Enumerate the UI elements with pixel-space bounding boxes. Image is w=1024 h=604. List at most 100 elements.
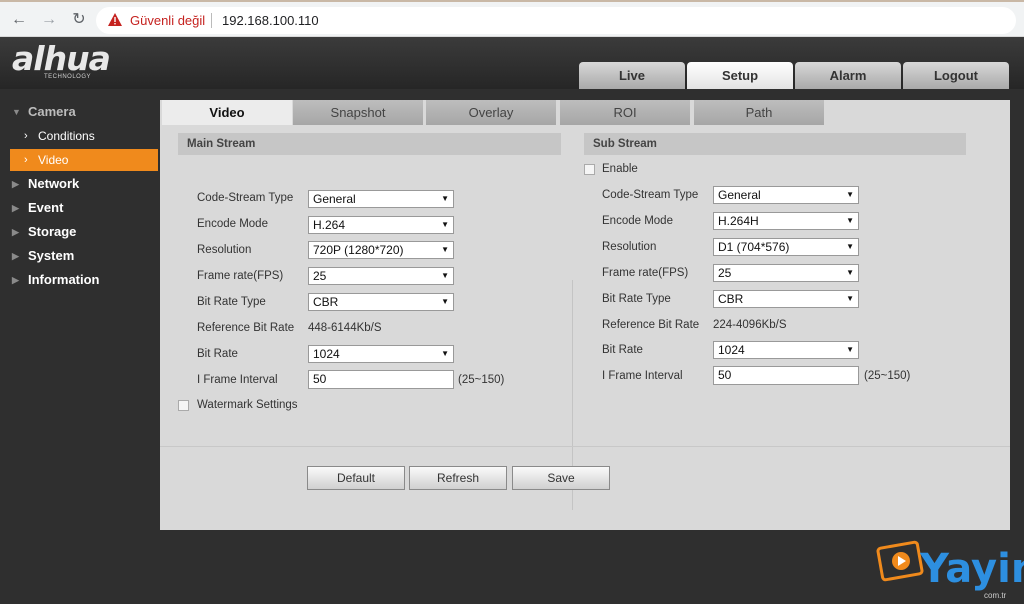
sidebar-item-network[interactable]: ▶ Network (0, 173, 158, 195)
tab-alarm[interactable]: Alarm (795, 62, 901, 89)
dropdown-arrow-icon: ▼ (846, 345, 854, 354)
forward-arrow-icon[interactable]: → (40, 11, 58, 29)
watermark-settings-label: Watermark Settings (197, 399, 298, 411)
main-stream-header: Main Stream (178, 133, 561, 155)
dropdown-arrow-icon: ▼ (846, 294, 854, 303)
watermark-text: Yayin (920, 546, 1024, 592)
watermark-subtext: com.tr (984, 591, 1007, 600)
tab-snapshot[interactable]: Snapshot (293, 100, 423, 125)
sub-resolution-label: Resolution (602, 241, 657, 253)
dropdown-arrow-icon: ▼ (441, 271, 449, 280)
dropdown-arrow-icon: ▼ (441, 297, 449, 306)
main-i-frame-interval-label: I Frame Interval (197, 374, 278, 386)
select-value: 1024 (313, 347, 340, 361)
omnibox-divider (211, 13, 212, 28)
select-value: General (718, 188, 761, 202)
dropdown-arrow-icon: ▼ (846, 242, 854, 251)
url-text[interactable]: 192.168.100.110 (222, 13, 319, 28)
sub-reference-bit-rate-value: 224-4096Kb/S (713, 319, 787, 331)
back-arrow-icon[interactable]: ← (10, 11, 28, 29)
yayin-watermark: Yayin com.tr (876, 535, 1024, 603)
tab-roi[interactable]: ROI (560, 100, 690, 125)
tab-path[interactable]: Path (694, 100, 824, 125)
sub-frame-rate-select[interactable]: 25 ▼ (713, 264, 859, 282)
main-encode-mode-label: Encode Mode (197, 218, 268, 230)
sub-bit-rate-type-select[interactable]: CBR ▼ (713, 290, 859, 308)
chevron-right-icon: › (24, 154, 28, 166)
tab-overlay[interactable]: Overlay (426, 100, 556, 125)
main-reference-bit-rate-label: Reference Bit Rate (197, 322, 295, 334)
reload-icon[interactable]: ↻ (70, 11, 88, 29)
sub-resolution-select[interactable]: D1 (704*576) ▼ (713, 238, 859, 256)
sub-stream-header: Sub Stream (584, 133, 966, 155)
warning-triangle-icon (108, 13, 122, 26)
select-value: 25 (313, 269, 327, 283)
sub-code-stream-type-label: Code-Stream Type (602, 189, 699, 201)
watermark-checkbox[interactable] (178, 400, 189, 411)
default-button[interactable]: Default (307, 466, 405, 490)
main-bit-rate-select[interactable]: 1024 ▼ (308, 345, 454, 363)
sub-i-frame-interval-input[interactable]: 50 (713, 366, 859, 385)
select-value: H.264H (718, 214, 759, 228)
sub-frame-rate-label: Frame rate(FPS) (602, 267, 689, 279)
select-value: 720P (1280*720) (313, 243, 404, 257)
triangle-right-icon: ▶ (12, 179, 19, 189)
main-frame-rate-label: Frame rate(FPS) (197, 270, 284, 282)
main-i-frame-interval-input[interactable]: 50 (308, 370, 454, 389)
main-bit-rate-type-label: Bit Rate Type (197, 296, 266, 308)
sub-bit-rate-select[interactable]: 1024 ▼ (713, 341, 859, 359)
sidebar-item-storage[interactable]: ▶ Storage (0, 221, 158, 243)
select-value: General (313, 192, 356, 206)
main-code-stream-type-select[interactable]: General ▼ (308, 190, 454, 208)
sidebar-item-video[interactable]: › Video (10, 149, 158, 171)
triangle-down-icon: ▼ (12, 107, 21, 117)
sub-encode-mode-select[interactable]: H.264H ▼ (713, 212, 859, 230)
select-value: 25 (718, 266, 732, 280)
sub-reference-bit-rate-label: Reference Bit Rate (602, 319, 700, 331)
dropdown-arrow-icon: ▼ (441, 349, 449, 358)
sidebar-item-label: System (28, 248, 75, 263)
sub-stream-enable-checkbox[interactable] (584, 164, 595, 175)
sidebar-item-conditions[interactable]: › Conditions (10, 125, 158, 147)
select-value: CBR (313, 295, 339, 309)
tab-video[interactable]: Video (162, 100, 292, 125)
refresh-button[interactable]: Refresh (409, 466, 507, 490)
main-i-frame-range: (25~150) (458, 374, 505, 386)
address-bar[interactable]: Güvenli değil 192.168.100.110 (96, 7, 1016, 34)
tab-logout[interactable]: Logout (903, 62, 1009, 89)
main-code-stream-type-label: Code-Stream Type (197, 192, 294, 204)
dropdown-arrow-icon: ▼ (441, 194, 449, 203)
tab-live[interactable]: Live (579, 62, 685, 89)
dahua-logo: alhua TECHNOLOGY (12, 39, 111, 81)
sidebar-item-label: Conditions (38, 129, 95, 143)
save-button[interactable]: Save (512, 466, 610, 490)
sub-bit-rate-label: Bit Rate (602, 344, 643, 356)
dropdown-arrow-icon: ▼ (846, 268, 854, 277)
sidebar-item-label: Camera (28, 104, 76, 119)
main-frame-rate-select[interactable]: 25 ▼ (308, 267, 454, 285)
chevron-right-icon: › (24, 130, 28, 142)
main-bit-rate-type-select[interactable]: CBR ▼ (308, 293, 454, 311)
sub-i-frame-range: (25~150) (864, 370, 911, 382)
select-value: CBR (718, 292, 744, 306)
sidebar: ▼ Camera › Conditions › Video ▶ Network … (0, 89, 160, 604)
sidebar-item-label: Storage (28, 224, 77, 239)
content-divider (160, 446, 1010, 447)
security-status[interactable]: Güvenli değil (130, 13, 205, 28)
sidebar-item-information[interactable]: ▶ Information (0, 269, 158, 291)
sidebar-item-system[interactable]: ▶ System (0, 245, 158, 267)
triangle-right-icon: ▶ (12, 203, 19, 213)
sidebar-item-event[interactable]: ▶ Event (0, 197, 158, 219)
dropdown-arrow-icon: ▼ (441, 245, 449, 254)
sidebar-item-camera[interactable]: ▼ Camera (0, 101, 158, 123)
main-resolution-select[interactable]: 720P (1280*720) ▼ (308, 241, 454, 259)
select-value: D1 (704*576) (718, 240, 790, 254)
tab-setup[interactable]: Setup (687, 62, 793, 89)
main-encode-mode-select[interactable]: H.264 ▼ (308, 216, 454, 234)
sub-code-stream-type-select[interactable]: General ▼ (713, 186, 859, 204)
video-settings-panel: Video Snapshot Overlay ROI Path Main Str… (160, 100, 1010, 530)
logo-text: alhua (12, 39, 111, 78)
sub-i-frame-interval-label: I Frame Interval (602, 370, 683, 382)
dropdown-arrow-icon: ▼ (846, 216, 854, 225)
sidebar-item-label: Video (38, 153, 69, 167)
